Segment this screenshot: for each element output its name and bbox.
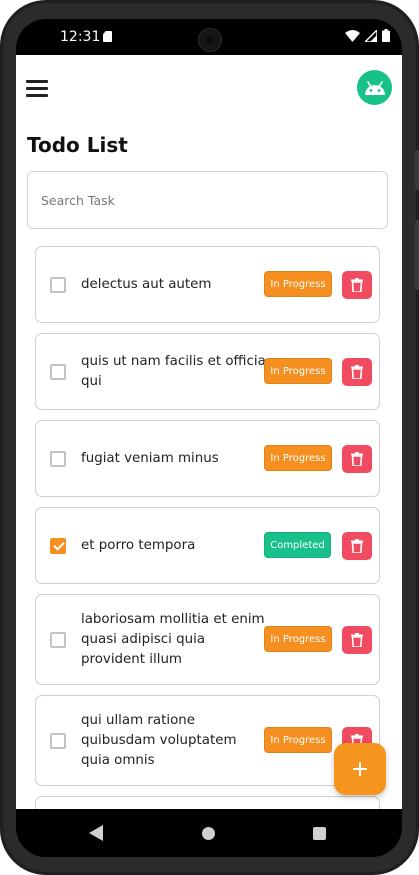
home-circle-icon[interactable] (202, 827, 215, 840)
todo-item (35, 796, 380, 809)
status-badge[interactable]: In Progress (264, 626, 332, 652)
signal-icon (365, 29, 377, 42)
status-time: 12:31 (60, 29, 101, 45)
todo-item: qui ullam ratione quibusdam voluptatem q… (35, 695, 380, 786)
trash-icon (351, 452, 363, 466)
page-title: Todo List (27, 133, 128, 157)
plus-icon (353, 762, 367, 776)
status-badge[interactable]: In Progress (264, 445, 332, 471)
todo-item: delectus aut autem In Progress (35, 246, 380, 323)
status-badge[interactable]: In Progress (264, 727, 332, 753)
todo-title: delectus aut autem (81, 277, 212, 292)
todo-item: et porro tempora Completed (35, 507, 380, 584)
todo-title: fugiat veniam minus (81, 451, 219, 466)
todo-checkbox[interactable] (50, 451, 66, 467)
volume-button (415, 150, 419, 190)
delete-button[interactable] (342, 626, 372, 654)
status-badge[interactable]: In Progress (264, 358, 332, 384)
status-badge[interactable]: In Progress (264, 271, 332, 297)
todo-title: laboriosam mollitia et enim quasi adipis… (81, 612, 265, 667)
todo-title: et porro tempora (81, 538, 196, 553)
delete-button[interactable] (342, 358, 372, 386)
front-camera (198, 28, 222, 52)
search-input[interactable] (28, 172, 387, 228)
wifi-icon (345, 29, 360, 42)
power-button (415, 220, 419, 290)
todo-item: fugiat veniam minus In Progress (35, 420, 380, 497)
todo-checkbox[interactable] (50, 632, 66, 648)
sim-card-icon (103, 31, 112, 42)
status-icons (345, 29, 390, 42)
recents-square-icon[interactable] (313, 827, 326, 840)
trash-icon (351, 539, 363, 553)
android-icon (364, 80, 385, 95)
todo-checkbox[interactable] (50, 538, 66, 554)
todo-title: quis ut nam facilis et officia qui (81, 354, 266, 389)
delete-button[interactable] (342, 271, 372, 299)
delete-button[interactable] (342, 445, 372, 473)
back-triangle-icon[interactable] (89, 825, 103, 841)
trash-icon (351, 633, 363, 647)
device-screen: 12:31 Todo List Search Task delectus aut… (16, 19, 402, 857)
trash-icon (351, 365, 363, 379)
add-task-button[interactable] (334, 743, 386, 795)
navigation-bar (16, 809, 402, 857)
battery-icon (382, 29, 390, 42)
trash-icon (351, 278, 363, 292)
todo-checkbox[interactable] (50, 733, 66, 749)
status-badge[interactable]: Completed (264, 532, 331, 558)
search-box (27, 171, 388, 229)
hamburger-menu-icon[interactable] (26, 79, 48, 97)
todo-title: qui ullam ratione quibusdam voluptatem q… (81, 713, 237, 768)
delete-button[interactable] (342, 532, 372, 560)
status-bar: 12:31 (16, 19, 402, 55)
app-content: Todo List delectus aut autem In Progress (16, 55, 402, 809)
todo-checkbox[interactable] (50, 364, 66, 380)
todo-item: quis ut nam facilis et officia qui In Pr… (35, 333, 380, 410)
phone-frame: 12:31 Todo List Search Task delectus aut… (0, 0, 419, 875)
avatar[interactable] (357, 70, 392, 105)
todo-item: laboriosam mollitia et enim quasi adipis… (35, 594, 380, 685)
todo-checkbox[interactable] (50, 277, 66, 293)
